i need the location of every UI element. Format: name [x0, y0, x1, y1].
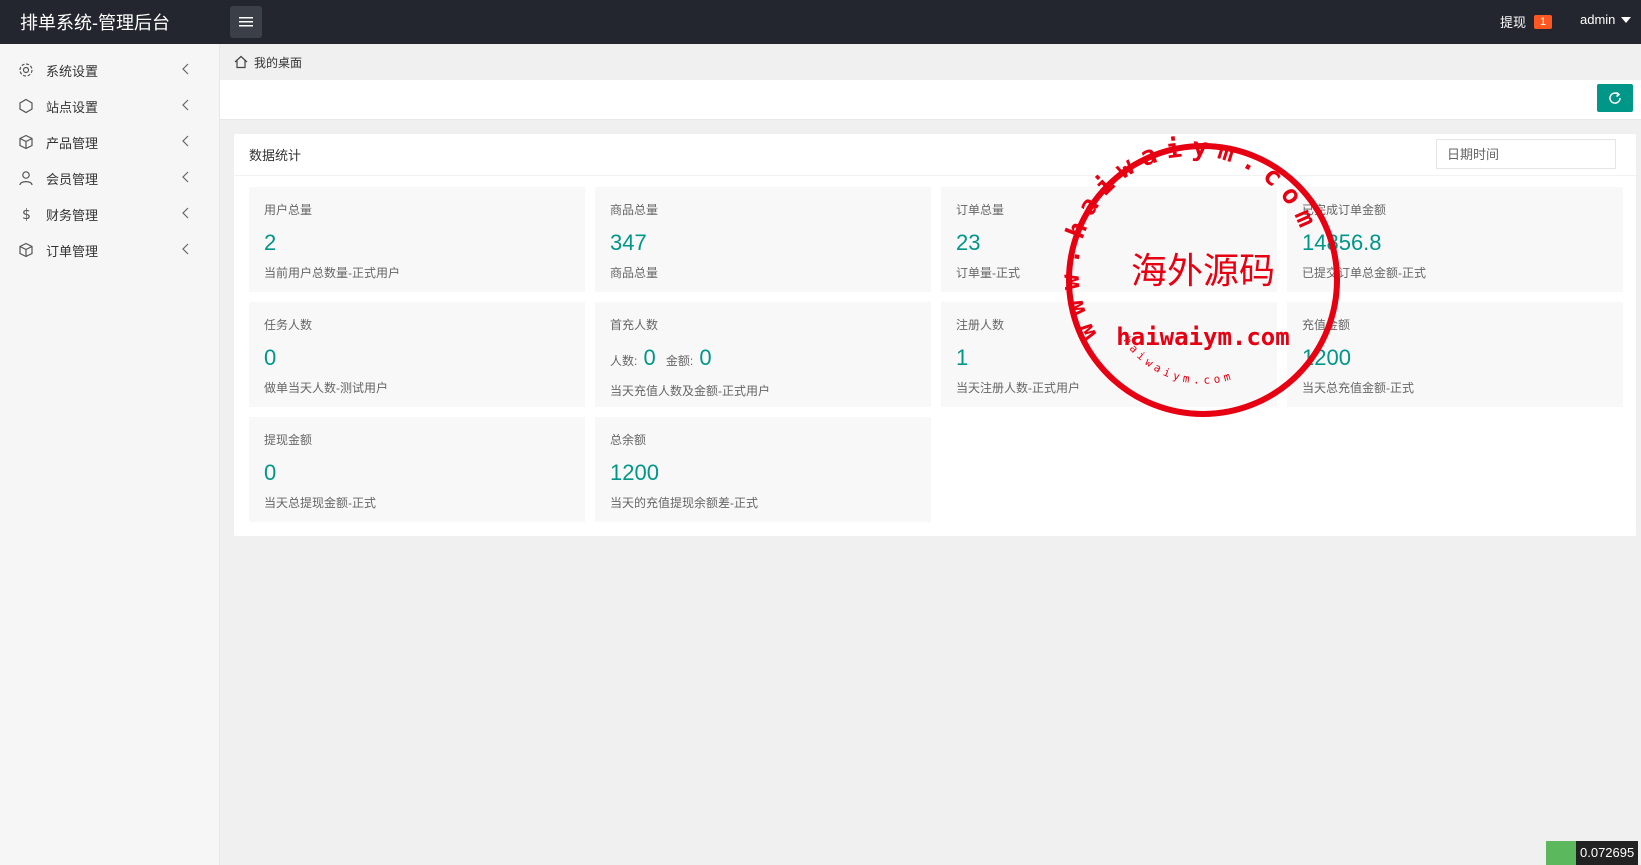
- date-time-input[interactable]: [1436, 139, 1616, 169]
- home-icon[interactable]: [234, 55, 248, 69]
- sidebar-item-label: 系统设置: [46, 63, 99, 79]
- stat-value-pair: 人数: 0 金额: 0: [610, 345, 916, 374]
- stat-card-product-total: 商品总量 347 商品总量: [595, 187, 931, 292]
- stat-card-recharge-amount: 充值金额 1200 当天总充值金额-正式: [1287, 302, 1623, 407]
- sidebar-item-finance-management[interactable]: $ 财务管理: [0, 196, 219, 232]
- stat-desc: 订单量-正式: [956, 266, 1020, 280]
- stat-desc: 做单当天人数-测试用户: [264, 381, 388, 395]
- order-icon: [18, 242, 34, 258]
- stat-desc: 当天总提现金额-正式: [264, 496, 376, 510]
- sidebar-item-label: 会员管理: [46, 171, 99, 187]
- stat-value: 0: [264, 460, 277, 485]
- stat-value: 2: [264, 230, 277, 255]
- chevron-left-icon: [182, 63, 189, 75]
- stat-card-withdraw-amount: 提现金额 0 当天总提现金额-正式: [249, 417, 585, 522]
- chevron-left-icon: [182, 171, 189, 183]
- count-value: 0: [643, 345, 656, 370]
- svg-text:$: $: [22, 207, 31, 222]
- stat-value: 23: [956, 230, 981, 255]
- stat-desc: 已提交订单总金额-正式: [1302, 266, 1426, 280]
- stat-label: 已完成订单金额: [1302, 203, 1387, 217]
- sidebar-item-member-management[interactable]: 会员管理: [0, 160, 219, 196]
- sidebar-item-label: 财务管理: [46, 207, 99, 223]
- sidebar-item-label: 产品管理: [46, 135, 99, 151]
- leaf-icon: [1546, 841, 1576, 865]
- stat-value: 14856.8: [1302, 230, 1382, 255]
- stat-label: 订单总量: [956, 203, 1005, 217]
- chevron-left-icon: [182, 135, 189, 147]
- user-icon: [18, 170, 34, 186]
- stat-value: 1200: [1302, 345, 1351, 370]
- main-content: 我的桌面 数据统计 用户总量 2 当前用户总数量-正式用户 商品总量 347 商…: [220, 44, 1641, 865]
- box-icon: [18, 134, 34, 150]
- stats-panel: 数据统计 用户总量 2 当前用户总数量-正式用户 商品总量 347 商品总量 订…: [234, 134, 1636, 536]
- stat-label: 注册人数: [956, 318, 1005, 332]
- caret-down-icon: [1621, 16, 1632, 23]
- toolbar: [220, 80, 1641, 120]
- hamburger-icon: [239, 17, 253, 27]
- panel-header: 数据统计: [234, 134, 1636, 176]
- sidebar-item-product-management[interactable]: 产品管理: [0, 124, 219, 160]
- sidebar-item-label: 订单管理: [46, 243, 99, 259]
- site-icon: [18, 98, 34, 114]
- withdraw-label: 提现: [1500, 15, 1527, 30]
- amount-label: 金额:: [665, 354, 694, 368]
- corner-value: 0.072695: [1576, 841, 1639, 865]
- withdraw-link[interactable]: 提现 1: [1500, 12, 1553, 31]
- refresh-icon: [1609, 91, 1621, 104]
- stat-value: 1: [956, 345, 969, 370]
- sidebar-item-site-settings[interactable]: 站点设置: [0, 88, 219, 124]
- stat-card-user-total: 用户总量 2 当前用户总数量-正式用户: [249, 187, 585, 292]
- stat-card-completed-order-amount: 已完成订单金额 14856.8 已提交订单总金额-正式: [1287, 187, 1623, 292]
- chevron-left-icon: [182, 99, 189, 111]
- stat-label: 用户总量: [264, 203, 313, 217]
- sidebar-item-label: 站点设置: [46, 99, 99, 115]
- user-name: admin: [1580, 12, 1616, 27]
- breadcrumb: 我的桌面: [220, 44, 1641, 80]
- stat-card-first-recharge: 首充人数 人数: 0 金额: 0 当天充值人数及金额-正式用户: [595, 302, 931, 407]
- gear-icon: [18, 62, 34, 78]
- dollar-icon: $: [18, 206, 34, 222]
- sidebar-item-system-settings[interactable]: 系统设置: [0, 52, 219, 88]
- stat-value: 347: [610, 230, 647, 255]
- stat-card-order-total: 订单总量 23 订单量-正式: [941, 187, 1277, 292]
- withdraw-badge: 1: [1534, 14, 1553, 29]
- stat-card-task-users: 任务人数 0 做单当天人数-测试用户: [249, 302, 585, 407]
- corner-widget: 0.072695: [1546, 841, 1639, 865]
- stat-label: 提现金额: [264, 433, 313, 447]
- user-menu[interactable]: admin: [1580, 12, 1632, 27]
- stat-desc: 当前用户总数量-正式用户: [264, 266, 400, 280]
- stat-desc: 当天充值人数及金额-正式用户: [610, 384, 770, 398]
- sidebar-item-order-management[interactable]: 订单管理: [0, 232, 219, 268]
- stat-value: 0: [264, 345, 277, 370]
- panel-title: 数据统计: [249, 148, 302, 163]
- chevron-left-icon: [182, 243, 189, 255]
- amount-value: 0: [699, 345, 712, 370]
- stat-label: 总余额: [610, 433, 647, 447]
- stat-label: 充值金额: [1302, 318, 1351, 332]
- top-bar: 排单系统-管理后台 提现 1 admin: [0, 0, 1641, 44]
- stat-desc: 当天的充值提现余额差-正式: [610, 496, 758, 510]
- count-label: 人数:: [610, 354, 638, 368]
- breadcrumb-home[interactable]: 我的桌面: [254, 54, 302, 71]
- stat-desc: 当天总充值金额-正式: [1302, 381, 1414, 395]
- chevron-left-icon: [182, 207, 189, 219]
- stat-label: 商品总量: [610, 203, 659, 217]
- stat-desc: 当天注册人数-正式用户: [956, 381, 1080, 395]
- stat-value: 1200: [610, 460, 659, 485]
- menu-toggle-button[interactable]: [230, 6, 262, 38]
- stat-label: 任务人数: [264, 318, 313, 332]
- sidebar: 系统设置 站点设置 产品管理 会员管理 $ 财务管理 订单管理: [0, 44, 220, 865]
- stat-card-registrations: 注册人数 1 当天注册人数-正式用户: [941, 302, 1277, 407]
- stat-card-total-balance: 总余额 1200 当天的充值提现余额差-正式: [595, 417, 931, 522]
- stats-cards: 用户总量 2 当前用户总数量-正式用户 商品总量 347 商品总量 订单总量 2…: [249, 187, 1625, 522]
- stat-label: 首充人数: [610, 318, 659, 332]
- stat-desc: 商品总量: [610, 266, 659, 280]
- app-title: 排单系统-管理后台: [20, 13, 170, 33]
- refresh-button[interactable]: [1597, 84, 1633, 112]
